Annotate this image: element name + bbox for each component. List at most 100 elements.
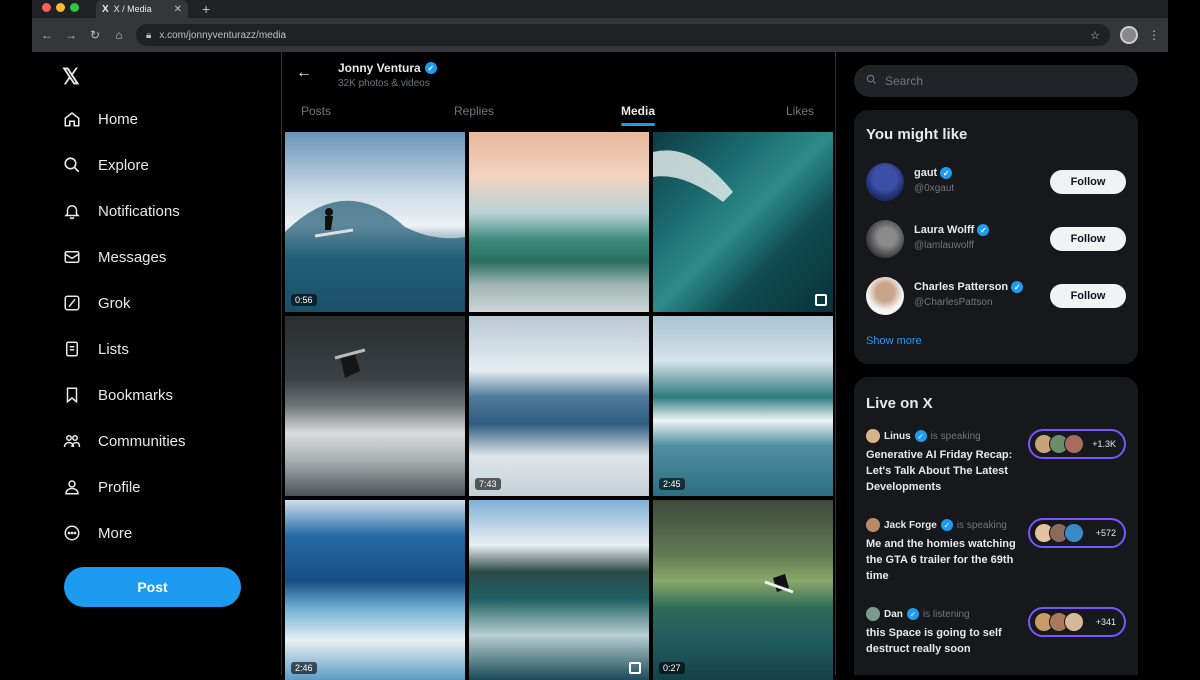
browser-profile-avatar[interactable] <box>1120 26 1138 44</box>
nav-item-grok[interactable]: Grok <box>62 293 131 313</box>
tab-media[interactable]: Media <box>621 104 656 126</box>
profile-name-text: Jonny Ventura <box>338 61 421 75</box>
nav-label: Bookmarks <box>98 386 174 404</box>
host-status: is speaking <box>930 430 981 442</box>
avatar[interactable] <box>866 163 904 201</box>
follow-button[interactable]: Follow <box>1050 170 1126 194</box>
surfer-illustration <box>764 574 794 594</box>
forward-button[interactable]: → <box>64 28 78 42</box>
multiple-media-icon <box>629 662 641 674</box>
window-controls <box>42 3 79 12</box>
search-input[interactable]: Search <box>854 65 1138 97</box>
avatar[interactable] <box>866 277 904 315</box>
listener-count: +341 <box>1095 617 1116 627</box>
profile-icon <box>62 477 82 497</box>
search-icon <box>62 155 82 175</box>
home-button[interactable]: ⌂ <box>112 28 126 42</box>
verified-badge-icon: ✓ <box>906 608 919 620</box>
host-avatar <box>866 429 880 443</box>
suggestion-row[interactable]: gaut ✓ @0xgaut Follow <box>866 163 1126 203</box>
host-status: is speaking <box>956 519 1007 531</box>
nav-item-explore[interactable]: Explore <box>62 155 149 175</box>
nav-item-lists[interactable]: Lists <box>62 339 129 359</box>
back-button[interactable]: ← <box>40 28 54 42</box>
surfer-illustration <box>334 348 366 378</box>
live-space-item[interactable]: Linus ✓ is speaking Generative AI Friday… <box>866 429 1126 509</box>
nav-item-home[interactable]: Home <box>62 109 138 129</box>
nav-label: Explore <box>98 156 149 174</box>
suggestion-name-text: Laura Wolff <box>914 224 975 236</box>
follow-button[interactable]: Follow <box>1050 284 1126 308</box>
x-logo-icon[interactable]: 𝕏 <box>62 64 80 90</box>
live-on-x-card: Live on X Linus ✓ is speaking Generative… <box>854 377 1138 675</box>
bookmark-star-icon[interactable]: ☆ <box>1090 29 1100 42</box>
listener-count: +572 <box>1095 528 1116 538</box>
browser-tab[interactable]: X X / Media ✕ <box>96 0 188 18</box>
video-duration: 2:45 <box>659 478 685 490</box>
space-listeners-pill[interactable]: +572 <box>1028 518 1126 548</box>
nav-item-notifications[interactable]: Notifications <box>62 201 180 221</box>
live-space-item[interactable]: Jack Forge ✓ is speaking Me and the homi… <box>866 518 1126 598</box>
nav-item-profile[interactable]: Profile <box>62 477 141 497</box>
bell-icon <box>62 201 82 221</box>
space-listeners-pill[interactable]: +341 <box>1028 607 1126 637</box>
media-tile[interactable]: 2:45 <box>653 316 833 496</box>
reload-button[interactable]: ↻ <box>88 28 102 42</box>
verified-badge-icon: ✓ <box>940 167 953 179</box>
media-tile[interactable] <box>469 500 649 680</box>
nav-item-more[interactable]: More <box>62 523 132 543</box>
media-tile[interactable]: 7:43 <box>469 316 649 496</box>
space-listeners-pill[interactable]: +1.3K <box>1028 429 1126 459</box>
space-host: Jack Forge ✓ is speaking <box>866 518 1007 532</box>
host-avatar <box>866 607 880 621</box>
suggestion-row[interactable]: Laura Wolff ✓ @lamlauwolff Follow <box>866 220 1126 260</box>
nav-label: Notifications <box>98 202 180 220</box>
close-tab-icon[interactable]: ✕ <box>174 4 182 15</box>
grok-icon <box>62 293 82 313</box>
x-logo-icon: X <box>102 3 109 15</box>
media-tile[interactable]: 0:27 <box>653 500 833 680</box>
close-window-button[interactable] <box>42 3 51 12</box>
host-name: Dan <box>884 608 903 620</box>
suggestion-name-text: Charles Patterson <box>914 281 1009 293</box>
post-button[interactable]: Post <box>64 567 241 607</box>
browser-menu-icon[interactable]: ⋮ <box>1148 28 1160 42</box>
media-tile[interactable] <box>469 132 649 312</box>
nav-item-messages[interactable]: Messages <box>62 247 166 267</box>
tab-posts[interactable]: Posts <box>301 104 331 118</box>
avatar[interactable] <box>866 220 904 258</box>
you-might-like-card: You might like gaut ✓ @0xgaut Follow Laur… <box>854 110 1138 364</box>
media-tile[interactable]: 0:56 <box>285 132 465 312</box>
nav-item-bookmarks[interactable]: Bookmarks <box>62 385 173 405</box>
nav-item-communities[interactable]: Communities <box>62 431 186 451</box>
profile-tabs: Posts Replies Media Likes <box>282 97 835 129</box>
profile-header: ← Jonny Ventura ✓ 32K photos & videos Po… <box>282 52 835 132</box>
tab-likes[interactable]: Likes <box>786 104 814 118</box>
host-name: Linus <box>884 430 911 442</box>
back-arrow-icon[interactable]: ← <box>296 64 312 82</box>
suggestion-row[interactable]: Charles Patterson ✓ @CharlesPattson Follo… <box>866 277 1126 317</box>
card-title: Live on X <box>866 395 933 412</box>
minimize-window-button[interactable] <box>56 3 65 12</box>
live-space-item[interactable]: Dan ✓ is listening this Space is going t… <box>866 607 1126 667</box>
maximize-window-button[interactable] <box>70 3 79 12</box>
verified-badge-icon: ✓ <box>977 224 990 236</box>
communities-icon <box>62 431 82 451</box>
browser-window: X X / Media ✕ + ← → ↻ ⌂ 🔒︎ x.com/jonnyve… <box>32 0 1168 52</box>
follow-button[interactable]: Follow <box>1050 227 1126 251</box>
nav-label: Profile <box>98 478 141 496</box>
suggestion-name-text: gaut <box>914 167 938 179</box>
space-title: this Space is going to self destruct rea… <box>866 627 1002 655</box>
media-tile[interactable]: 2:46 <box>285 500 465 680</box>
address-bar[interactable]: 🔒︎ x.com/jonnyventurazz/media ☆ <box>136 24 1110 46</box>
wave-illustration <box>653 150 733 202</box>
suggestion-name: Charles Patterson ✓ <box>914 281 1024 293</box>
media-tile[interactable] <box>653 132 833 312</box>
new-tab-button[interactable]: + <box>202 0 210 18</box>
media-tile[interactable] <box>285 316 465 496</box>
listener-count: +1.3K <box>1092 439 1116 449</box>
tab-replies[interactable]: Replies <box>454 104 494 118</box>
show-more-link[interactable]: Show more <box>866 335 922 347</box>
tab-title: X / Media <box>113 4 152 14</box>
video-duration: 0:56 <box>291 294 317 306</box>
